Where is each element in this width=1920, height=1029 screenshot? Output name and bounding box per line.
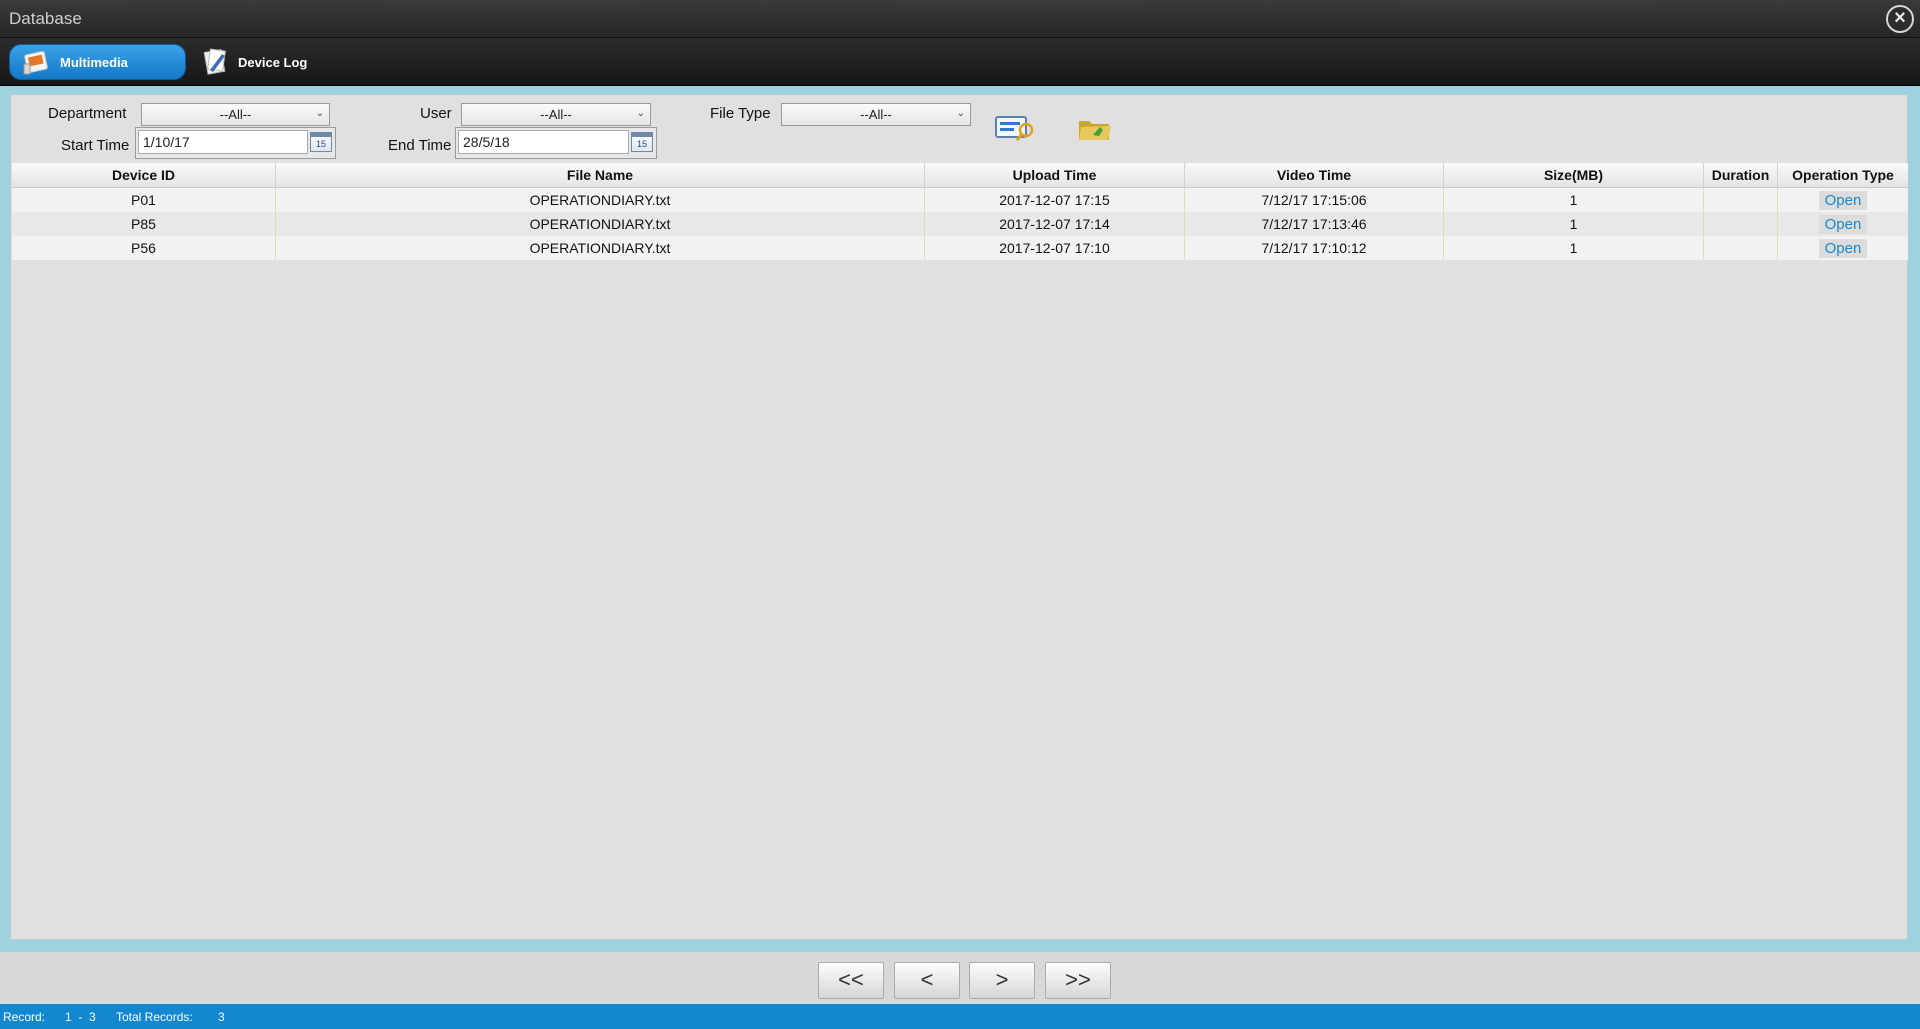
- cell-size: 1: [1444, 188, 1704, 212]
- cell-device-id: P85: [12, 212, 276, 236]
- close-icon[interactable]: ×: [1886, 5, 1914, 33]
- tab-bar: Multimedia Device Log: [0, 38, 1920, 86]
- table-body: P01 OPERATIONDIARY.txt 2017-12-07 17:15 …: [12, 188, 1908, 260]
- cell-video-time: 7/12/17 17:13:46: [1185, 212, 1444, 236]
- column-header[interactable]: Device ID: [12, 163, 276, 187]
- table-row[interactable]: P85 OPERATIONDIARY.txt 2017-12-07 17:14 …: [12, 212, 1908, 236]
- chevron-down-icon: ⌄: [315, 108, 324, 119]
- column-header[interactable]: Video Time: [1185, 163, 1444, 187]
- cell-duration: [1704, 188, 1778, 212]
- status-bar: Record: 1 - 3 Total Records: 3: [0, 1004, 1920, 1029]
- next-page-button[interactable]: >: [969, 962, 1035, 999]
- cell-size: 1: [1444, 212, 1704, 236]
- title-bar: Database ×: [0, 0, 1920, 38]
- end-time-input[interactable]: 28/5/18: [458, 130, 629, 154]
- record-range: 1 - 3: [65, 1010, 96, 1024]
- content-frame: Department --All-- ⌄ User --All-- ⌄ File…: [0, 86, 1920, 952]
- window-title: Database: [9, 9, 82, 28]
- column-header[interactable]: Size(MB): [1444, 163, 1704, 187]
- device-log-icon: [200, 48, 230, 76]
- total-records-label: Total Records:: [116, 1010, 193, 1024]
- end-time-label: End Time: [388, 137, 452, 154]
- cell-size: 1: [1444, 236, 1704, 260]
- last-page-button[interactable]: >>: [1045, 962, 1111, 999]
- cell-duration: [1704, 236, 1778, 260]
- column-header[interactable]: File Name: [276, 163, 925, 187]
- cell-device-id: P01: [12, 188, 276, 212]
- tab-multimedia-label: Multimedia: [60, 54, 128, 70]
- table-row[interactable]: P56 OPERATIONDIARY.txt 2017-12-07 17:10 …: [12, 236, 1908, 260]
- open-button[interactable]: Open: [1818, 215, 1868, 234]
- tab-device-log[interactable]: Device Log: [196, 44, 356, 80]
- chevron-down-icon: ⌄: [956, 108, 965, 119]
- cell-operation: Open: [1778, 212, 1908, 236]
- cell-upload-time: 2017-12-07 17:10: [925, 236, 1185, 260]
- cell-duration: [1704, 212, 1778, 236]
- first-page-button[interactable]: <<: [818, 962, 884, 999]
- cell-file-name: OPERATIONDIARY.txt: [276, 212, 925, 236]
- table-row[interactable]: P01 OPERATIONDIARY.txt 2017-12-07 17:15 …: [12, 188, 1908, 212]
- chevron-down-icon: ⌄: [636, 108, 645, 119]
- cell-device-id: P56: [12, 236, 276, 260]
- open-button[interactable]: Open: [1818, 191, 1868, 210]
- tab-multimedia[interactable]: Multimedia: [9, 44, 186, 80]
- cell-file-name: OPERATIONDIARY.txt: [276, 188, 925, 212]
- cell-video-time: 7/12/17 17:15:06: [1185, 188, 1444, 212]
- calendar-icon[interactable]: 15: [631, 132, 653, 152]
- export-folder-icon[interactable]: [1077, 115, 1113, 148]
- tab-device-log-label: Device Log: [238, 54, 308, 70]
- department-select-value: --All--: [219, 107, 252, 122]
- user-select[interactable]: --All-- ⌄: [461, 103, 651, 126]
- multimedia-icon: [22, 48, 52, 76]
- column-header[interactable]: Operation Type: [1778, 163, 1908, 187]
- start-time-input[interactable]: 1/10/17: [138, 130, 308, 154]
- calendar-icon[interactable]: 15: [310, 132, 332, 152]
- results-table: Device ID File Name Upload Time Video Ti…: [12, 163, 1908, 260]
- search-icon[interactable]: [995, 115, 1037, 148]
- previous-page-button[interactable]: <: [894, 962, 960, 999]
- department-select[interactable]: --All-- ⌄: [141, 103, 330, 126]
- table-header: Device ID File Name Upload Time Video Ti…: [12, 163, 1908, 188]
- filetype-select[interactable]: --All-- ⌄: [781, 103, 971, 126]
- cell-upload-time: 2017-12-07 17:14: [925, 212, 1185, 236]
- cell-video-time: 7/12/17 17:10:12: [1185, 236, 1444, 260]
- total-records-value: 3: [218, 1010, 225, 1024]
- cell-file-name: OPERATIONDIARY.txt: [276, 236, 925, 260]
- multimedia-panel: Department --All-- ⌄ User --All-- ⌄ File…: [10, 94, 1908, 940]
- filetype-select-value: --All--: [860, 107, 892, 122]
- user-label: User: [420, 105, 452, 122]
- filetype-label: File Type: [710, 105, 771, 122]
- column-header[interactable]: Upload Time: [925, 163, 1185, 187]
- cell-operation: Open: [1778, 236, 1908, 260]
- start-time-label: Start Time: [61, 137, 130, 154]
- open-button[interactable]: Open: [1818, 239, 1868, 258]
- record-label: Record:: [3, 1010, 46, 1024]
- column-header[interactable]: Duration: [1704, 163, 1778, 187]
- cell-upload-time: 2017-12-07 17:15: [925, 188, 1185, 212]
- user-select-value: --All--: [540, 107, 572, 122]
- end-time-picker: 28/5/18 15: [455, 127, 657, 159]
- start-time-picker: 1/10/17 15: [135, 127, 336, 159]
- department-label: Department: [48, 105, 127, 122]
- cell-operation: Open: [1778, 188, 1908, 212]
